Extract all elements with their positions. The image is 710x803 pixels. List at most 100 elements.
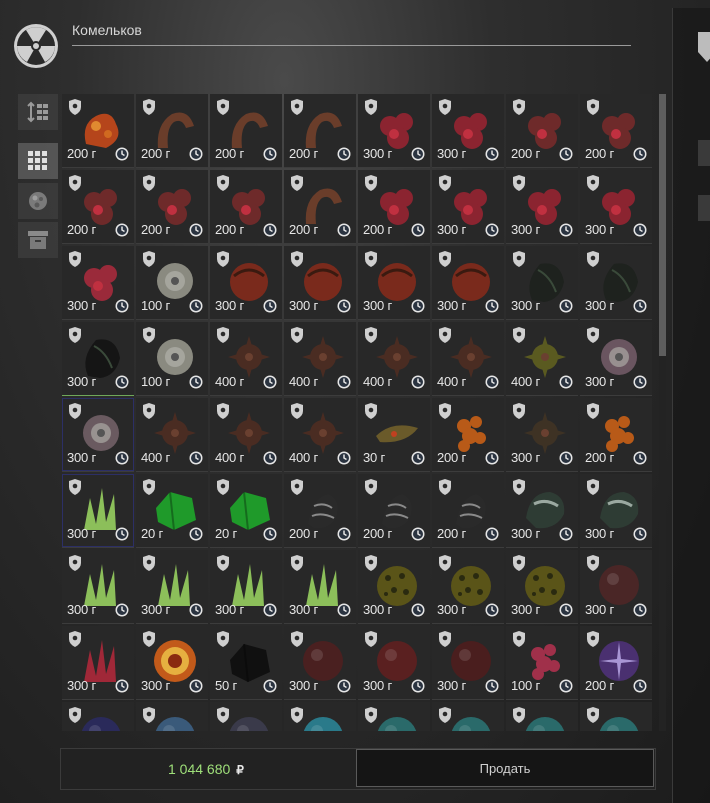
inventory-slot[interactable] — [210, 702, 282, 731]
inventory-slot[interactable]: 300 г — [580, 246, 652, 320]
inventory-slot[interactable]: 300 г — [358, 626, 430, 700]
inventory-slot[interactable]: 300 г — [210, 246, 282, 320]
inventory-slot[interactable]: 200 г — [358, 170, 430, 244]
inventory-slot[interactable]: 50 г — [210, 626, 282, 700]
inventory-slot[interactable]: 20 г — [210, 474, 282, 548]
inventory-slot[interactable]: 200 г — [210, 94, 282, 168]
inventory-slot[interactable]: 300 г — [506, 474, 578, 548]
inventory-slot[interactable]: 200 г — [284, 94, 356, 168]
inventory-slot[interactable]: 300 г — [62, 550, 134, 624]
adjacent-tab[interactable] — [698, 140, 710, 166]
clock-icon — [115, 375, 129, 389]
inventory-slot[interactable] — [136, 702, 208, 731]
inventory-slot[interactable]: 200 г — [580, 398, 652, 472]
clock-icon — [559, 603, 573, 617]
inventory-slot[interactable]: 400 г — [358, 322, 430, 396]
inventory-slot[interactable]: 300 г — [62, 246, 134, 320]
scrollbar[interactable] — [659, 94, 666, 731]
inventory-slot[interactable]: 400 г — [432, 322, 504, 396]
inventory-slot[interactable]: 300 г — [580, 322, 652, 396]
item-price: 300 г — [437, 146, 467, 161]
scrollbar-thumb[interactable] — [659, 94, 666, 356]
clock-icon — [337, 223, 351, 237]
inventory-slot[interactable]: 300 г — [358, 550, 430, 624]
inventory-slot[interactable]: 300 г — [136, 626, 208, 700]
artifact-filter-button[interactable] — [18, 183, 58, 219]
inventory-slot[interactable]: 200 г — [210, 170, 282, 244]
inventory-slot[interactable]: 200 г — [62, 94, 134, 168]
inventory-slot[interactable]: 400 г — [284, 322, 356, 396]
clock-icon — [485, 223, 499, 237]
inventory-slot[interactable]: 300 г — [580, 474, 652, 548]
shield-icon — [143, 403, 155, 419]
inventory-slot[interactable] — [62, 702, 134, 731]
clock-icon — [485, 299, 499, 313]
inventory-slot[interactable]: 300 г — [284, 550, 356, 624]
grid-view-button[interactable] — [18, 143, 58, 179]
inventory-slot[interactable]: 300 г — [580, 550, 652, 624]
shield-icon — [143, 327, 155, 343]
inventory-slot[interactable]: 100 г — [136, 246, 208, 320]
artifact-icon — [155, 717, 195, 731]
inventory-slot[interactable]: 300 г — [62, 626, 134, 700]
inventory-slot[interactable]: 300 г — [284, 626, 356, 700]
inventory-slot[interactable] — [284, 702, 356, 731]
inventory-slot[interactable]: 300 г — [210, 550, 282, 624]
inventory-slot[interactable]: 200 г — [580, 626, 652, 700]
item-price: 200 г — [585, 146, 615, 161]
inventory-slot[interactable]: 200 г — [358, 474, 430, 548]
item-price: 300 г — [67, 678, 97, 693]
inventory-slot[interactable]: 20 г — [136, 474, 208, 548]
inventory-slot[interactable]: 300 г — [506, 398, 578, 472]
inventory-slot[interactable]: 300 г — [432, 170, 504, 244]
inventory-slot[interactable] — [358, 702, 430, 731]
title-divider — [72, 45, 631, 46]
inventory-slot[interactable]: 200 г — [506, 94, 578, 168]
inventory-slot[interactable]: 300 г — [136, 550, 208, 624]
inventory-slot[interactable]: 100 г — [506, 626, 578, 700]
container-button[interactable] — [18, 222, 58, 258]
inventory-grid: 200 г 200 г 200 г 200 г 300 г 300 г 200 г 200 г… — [62, 94, 654, 731]
inventory-slot[interactable]: 200 г — [432, 474, 504, 548]
adjacent-tab[interactable] — [698, 195, 710, 221]
inventory-slot[interactable]: 300 г — [62, 474, 134, 548]
inventory-slot[interactable]: 400 г — [506, 322, 578, 396]
inventory-slot[interactable]: 200 г — [284, 170, 356, 244]
inventory-slot[interactable] — [432, 702, 504, 731]
inventory-slot[interactable]: 200 г — [432, 398, 504, 472]
clock-icon — [115, 451, 129, 465]
clock-icon — [115, 223, 129, 237]
item-price: 200 г — [289, 146, 319, 161]
shield-icon — [587, 251, 599, 267]
inventory-slot[interactable]: 200 г — [284, 474, 356, 548]
item-price: 100 г — [511, 678, 541, 693]
inventory-slot[interactable]: 300 г — [432, 626, 504, 700]
inventory-slot[interactable] — [580, 702, 652, 731]
inventory-slot[interactable]: 300 г — [432, 94, 504, 168]
inventory-slot[interactable]: 300 г — [506, 550, 578, 624]
inventory-slot[interactable]: 300 г — [432, 550, 504, 624]
inventory-slot[interactable]: 200 г — [136, 94, 208, 168]
inventory-slot[interactable]: 400 г — [210, 398, 282, 472]
inventory-slot[interactable]: 300 г — [506, 170, 578, 244]
inventory-slot[interactable]: 400 г — [210, 322, 282, 396]
inventory-slot[interactable]: 300 г — [358, 246, 430, 320]
inventory-slot[interactable]: 200 г — [62, 170, 134, 244]
inventory-slot[interactable] — [506, 702, 578, 731]
inventory-slot[interactable]: 200 г — [580, 94, 652, 168]
inventory-slot[interactable]: 300 г — [358, 94, 430, 168]
inventory-slot[interactable]: 300 г — [580, 170, 652, 244]
inventory-slot[interactable]: 300 г — [506, 246, 578, 320]
inventory-slot[interactable]: 100 г — [136, 322, 208, 396]
inventory-slot[interactable]: 400 г — [284, 398, 356, 472]
sort-button[interactable] — [18, 94, 58, 130]
sell-button[interactable]: Продать — [356, 749, 654, 787]
inventory-slot[interactable]: 300 г — [62, 398, 134, 472]
inventory-slot[interactable]: 300 г — [432, 246, 504, 320]
inventory-slot[interactable]: 30 г — [358, 398, 430, 472]
inventory-slot[interactable]: 300 г — [62, 322, 134, 396]
inventory-slot[interactable]: 300 г — [284, 246, 356, 320]
inventory-slot[interactable]: 200 г — [136, 170, 208, 244]
inventory-slot[interactable]: 400 г — [136, 398, 208, 472]
clock-icon — [337, 451, 351, 465]
